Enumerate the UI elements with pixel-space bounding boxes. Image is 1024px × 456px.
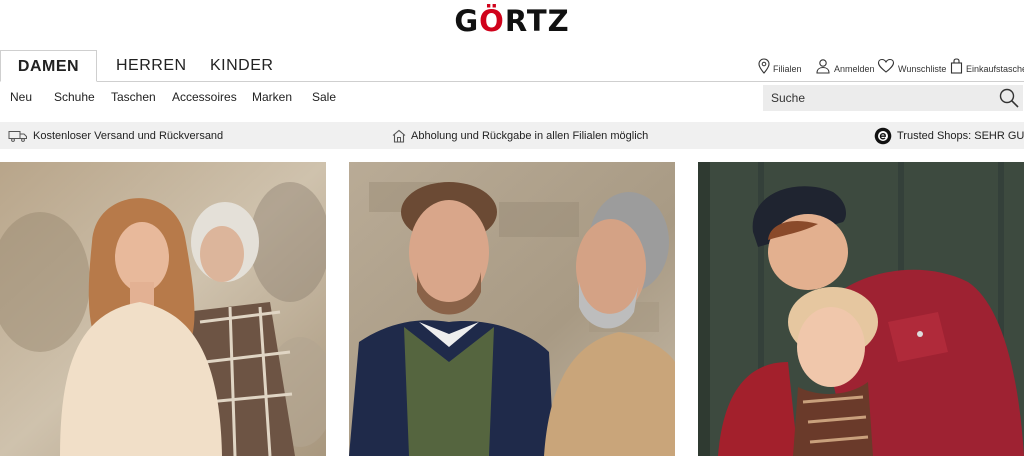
tab-kinder[interactable]: KINDER: [210, 50, 273, 81]
hero-tile-kids[interactable]: [698, 162, 1024, 456]
wishlist-label: Wunschliste: [898, 64, 947, 74]
hero-tile-women[interactable]: [0, 162, 326, 456]
shopping-bag-link[interactable]: Einkaufstasche: [950, 52, 1024, 74]
stores-link[interactable]: Filialen: [758, 52, 802, 74]
location-pin-icon: [758, 58, 770, 74]
tab-damen[interactable]: DAMEN: [0, 50, 97, 82]
login-link[interactable]: Anmelden: [815, 52, 875, 74]
shopping-bag-label: Einkaufstasche: [966, 64, 1024, 74]
subnav-item-neu[interactable]: Neu: [10, 90, 32, 104]
service-info-bar: Kostenloser Versand und Rückversand Abho…: [0, 122, 1024, 149]
login-label: Anmelden: [834, 64, 875, 74]
subnav-item-schuhe[interactable]: Schuhe: [54, 90, 95, 104]
tab-herren[interactable]: HERREN: [116, 50, 187, 81]
logo-accent-letter: Ö: [479, 4, 505, 38]
stores-label: Filialen: [773, 64, 802, 74]
info-trusted-shops-text: Trusted Shops: SEHR GUT: [897, 129, 1024, 142]
trusted-shops-icon: [874, 127, 892, 144]
info-store-pickup-text: Abholung und Rückgabe in allen Filialen …: [411, 129, 649, 142]
men-campaign-image: [349, 162, 675, 456]
subnav-item-taschen[interactable]: Taschen: [111, 90, 156, 104]
subnav-item-accessoires[interactable]: Accessoires: [172, 90, 237, 104]
subnav-item-marken[interactable]: Marken: [252, 90, 292, 104]
user-icon: [816, 59, 830, 74]
women-campaign-image: [0, 162, 326, 456]
brand-logo[interactable]: GÖRTZ: [0, 4, 1024, 38]
subnav-item-sale[interactable]: Sale: [312, 90, 336, 104]
truck-icon: [8, 130, 27, 142]
kids-campaign-image: [698, 162, 1024, 456]
info-free-shipping: Kostenloser Versand und Rückversand: [8, 122, 223, 149]
search-input[interactable]: [763, 85, 993, 111]
wishlist-link[interactable]: Wunschliste: [877, 52, 946, 74]
search-box: [763, 85, 1023, 111]
info-trusted-shops[interactable]: Trusted Shops: SEHR GUT: [874, 122, 1024, 149]
logo-text: GÖRTZ: [454, 4, 570, 38]
heart-icon: [877, 58, 895, 73]
info-store-pickup: Abholung und Rückgabe in allen Filialen …: [392, 122, 648, 149]
store-icon: [392, 129, 406, 143]
hero-tile-men[interactable]: [349, 162, 675, 456]
info-free-shipping-text: Kostenloser Versand und Rückversand: [33, 129, 224, 142]
shopping-bag-icon: [950, 58, 963, 74]
search-icon[interactable]: [998, 87, 1020, 109]
